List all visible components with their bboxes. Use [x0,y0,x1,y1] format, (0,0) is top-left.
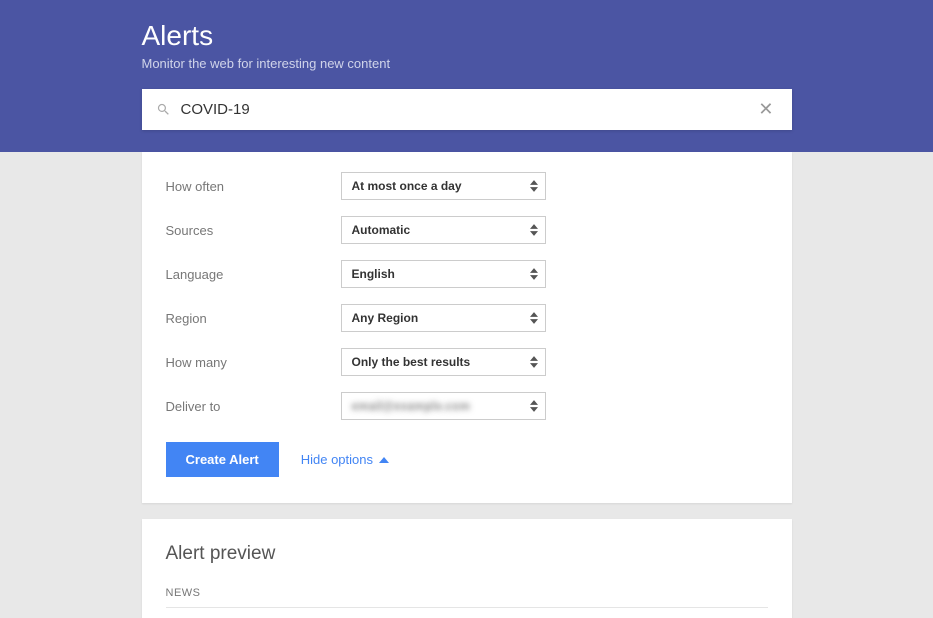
option-row-how-often: How often At most once a day [166,172,768,200]
actions-row: Create Alert Hide options [166,442,768,477]
language-select[interactable]: English [341,260,546,288]
option-label: Region [166,311,341,326]
hide-options-label: Hide options [301,452,373,467]
create-alert-button[interactable]: Create Alert [166,442,279,477]
hide-options-button[interactable]: Hide options [301,452,389,467]
option-label: Sources [166,223,341,238]
option-row-sources: Sources Automatic [166,216,768,244]
preview-section-news: NEWS [166,587,768,608]
option-row-how-many: How many Only the best results [166,348,768,376]
search-input[interactable] [181,101,755,118]
region-select[interactable]: Any Region [341,304,546,332]
chevron-up-icon [379,457,389,463]
search-icon [156,102,171,117]
preview-card: Alert preview NEWS [142,519,792,618]
header: Alerts Monitor the web for interesting n… [0,0,933,152]
option-label: Deliver to [166,399,341,414]
sources-select[interactable]: Automatic [341,216,546,244]
option-row-language: Language English [166,260,768,288]
preview-title: Alert preview [166,543,768,565]
clear-search-button[interactable]: ✕ [754,99,777,120]
how-often-select[interactable]: At most once a day [341,172,546,200]
deliver-to-select[interactable]: email@example.com [341,392,546,420]
option-row-region: Region Any Region [166,304,768,332]
search-bar: ✕ [142,89,792,130]
page-title: Alerts [142,20,792,52]
option-label: How often [166,179,341,194]
option-row-deliver-to: Deliver to email@example.com [166,392,768,420]
how-many-select[interactable]: Only the best results [341,348,546,376]
option-label: Language [166,267,341,282]
page-subtitle: Monitor the web for interesting new cont… [142,56,792,71]
options-card: How often At most once a day Sources Aut… [142,152,792,503]
option-label: How many [166,355,341,370]
